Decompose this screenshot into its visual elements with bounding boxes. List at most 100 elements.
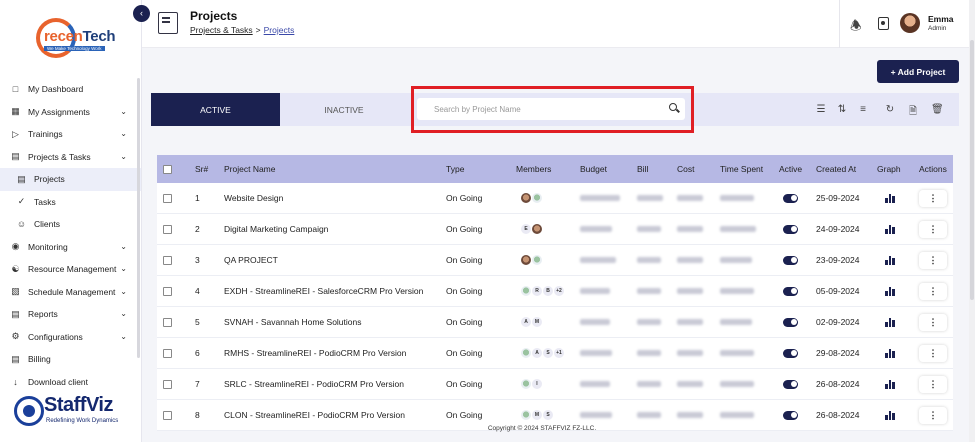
sidebar-item-projects[interactable]: ▤ Projects (0, 168, 141, 191)
sidebar-item-trainings[interactable]: ▷ Trainings ⌄ (0, 123, 141, 146)
members-cell[interactable] (521, 183, 543, 213)
more-actions-button[interactable]: ⋮ (919, 251, 947, 269)
row-checkbox[interactable] (163, 317, 172, 327)
more-actions-button[interactable]: ⋮ (919, 313, 947, 331)
sidebar-item-schedule-management[interactable]: ▧ Schedule Management ⌄ (0, 281, 141, 304)
export-file-icon[interactable]: 🗎 (907, 104, 919, 121)
avatar[interactable] (900, 13, 920, 33)
more-actions-button[interactable]: ⋮ (919, 344, 947, 362)
row-checkbox[interactable] (163, 410, 172, 420)
row-checkbox[interactable] (163, 224, 172, 234)
notification-bell-icon[interactable]: 🕭 (850, 17, 862, 39)
chevron-down-icon[interactable]: ⌄ (120, 152, 127, 161)
member-avatar[interactable]: A (532, 348, 542, 358)
members-cell[interactable]: E (521, 214, 543, 244)
member-avatar[interactable] (521, 255, 531, 265)
project-name[interactable]: SRLC - StreamlineREI - PodioCRM Pro Vers… (224, 369, 404, 399)
collapse-sidebar-button[interactable]: ‹ (133, 5, 150, 22)
chevron-down-icon[interactable]: ⌄ (120, 107, 127, 116)
tab-active[interactable]: ACTIVE (151, 93, 280, 126)
table-row[interactable]: 5 SVNAH - Savannah Home Solutions On Going… (157, 307, 953, 338)
bar-chart-icon[interactable] (885, 255, 895, 265)
project-name[interactable]: SVNAH - Savannah Home Solutions (224, 307, 362, 337)
member-avatar[interactable]: M (532, 410, 542, 420)
more-actions-button[interactable]: ⋮ (919, 282, 947, 300)
filter-sliders-icon[interactable]: ≡ (857, 104, 869, 115)
member-avatar[interactable] (532, 193, 542, 203)
profile-card-icon[interactable] (878, 17, 889, 30)
chevron-down-icon[interactable]: ⌄ (120, 287, 127, 296)
sidebar-item-download-client[interactable]: ↓ Download client (0, 371, 141, 394)
sidebar-item-billing[interactable]: ▤ Billing (0, 348, 141, 371)
active-toggle[interactable] (783, 410, 798, 420)
table-row[interactable]: 2 Digital Marketing Campaign On Going E 24-0… (157, 214, 953, 245)
member-avatar[interactable]: I (532, 379, 542, 389)
member-avatar[interactable]: +2 (554, 286, 564, 296)
members-cell[interactable] (521, 245, 543, 275)
add-project-button[interactable]: + Add Project (877, 60, 959, 83)
select-all-checkbox[interactable] (163, 164, 172, 174)
bar-chart-icon[interactable] (885, 286, 895, 296)
tab-inactive[interactable]: INACTIVE (280, 93, 408, 126)
member-avatar[interactable]: B (543, 286, 553, 296)
bar-chart-icon[interactable] (885, 410, 895, 420)
bar-chart-icon[interactable] (885, 348, 895, 358)
breadcrumb-parent[interactable]: Projects & Tasks (190, 25, 253, 35)
sidebar-item-my-assignments[interactable]: ▦ My Assignments ⌄ (0, 101, 141, 124)
member-avatar[interactable] (532, 255, 542, 265)
members-cell[interactable]: I (521, 369, 543, 399)
sidebar-item-resource-management[interactable]: ☯ Resource Management ⌄ (0, 258, 141, 281)
sidebar-item-projects-tasks[interactable]: ▤ Projects & Tasks ⌄ (0, 146, 141, 169)
active-toggle[interactable] (783, 379, 798, 389)
active-toggle[interactable] (783, 317, 798, 327)
active-toggle[interactable] (783, 224, 798, 234)
more-actions-button[interactable]: ⋮ (919, 406, 947, 424)
active-toggle[interactable] (783, 286, 798, 296)
member-avatar[interactable] (521, 348, 531, 358)
members-cell[interactable]: R B +2 (521, 276, 565, 306)
row-checkbox[interactable] (163, 286, 172, 296)
sidebar-item-my-dashboard[interactable]: □ My Dashboard (0, 78, 141, 101)
member-avatar[interactable] (521, 193, 531, 203)
bar-chart-icon[interactable] (885, 193, 895, 203)
chevron-down-icon[interactable]: ⌄ (120, 332, 127, 341)
more-actions-button[interactable]: ⋮ (919, 375, 947, 393)
list-view-icon[interactable]: ☰ (815, 104, 827, 115)
member-avatar[interactable] (521, 286, 531, 296)
member-avatar[interactable] (521, 379, 531, 389)
project-name[interactable]: Digital Marketing Campaign (224, 214, 328, 244)
row-checkbox[interactable] (163, 348, 172, 358)
table-row[interactable]: 1 Website Design On Going 25-09-2024 ⋮ (157, 183, 953, 214)
chevron-down-icon[interactable]: ⌄ (120, 242, 127, 251)
bar-chart-icon[interactable] (885, 317, 895, 327)
sidebar-item-tasks[interactable]: ✓ Tasks (0, 191, 141, 214)
member-avatar[interactable]: S (543, 348, 553, 358)
active-toggle[interactable] (783, 348, 798, 358)
project-name[interactable]: Website Design (224, 183, 283, 213)
member-avatar[interactable]: R (532, 286, 542, 296)
refresh-icon[interactable]: ↻ (884, 104, 896, 115)
breadcrumb-current[interactable]: Projects (264, 25, 295, 35)
row-checkbox[interactable] (163, 193, 172, 203)
member-avatar[interactable]: M (532, 317, 542, 327)
table-row[interactable]: 7 SRLC - StreamlineREI - PodioCRM Pro Ver… (157, 369, 953, 400)
table-row[interactable]: 6 RMHS - StreamlineREI - PodioCRM Pro Ver… (157, 338, 953, 369)
project-name[interactable]: QA PROJECT (224, 245, 278, 275)
member-avatar[interactable] (521, 410, 531, 420)
sidebar-item-reports[interactable]: ▤ Reports ⌄ (0, 303, 141, 326)
chevron-down-icon[interactable]: ⌄ (120, 264, 127, 273)
table-row[interactable]: 4 EXDH - StreamlineREI - SalesforceCRM Pr… (157, 276, 953, 307)
more-actions-button[interactable]: ⋮ (919, 220, 947, 238)
member-avatar[interactable]: E (521, 224, 531, 234)
chevron-down-icon[interactable]: ⌄ (120, 129, 127, 138)
active-toggle[interactable] (783, 193, 798, 203)
user-name[interactable]: Emma (928, 14, 954, 24)
table-row[interactable]: 3 QA PROJECT On Going 23-09-2024 ⋮ (157, 245, 953, 276)
members-cell[interactable]: AM (521, 307, 543, 337)
project-name[interactable]: EXDH - StreamlineREI - SalesforceCRM Pro… (224, 276, 423, 306)
members-cell[interactable]: A S +1 (521, 338, 565, 368)
more-actions-button[interactable]: ⋮ (919, 189, 947, 207)
active-toggle[interactable] (783, 255, 798, 265)
member-avatar[interactable] (532, 224, 542, 234)
bar-chart-icon[interactable] (885, 224, 895, 234)
